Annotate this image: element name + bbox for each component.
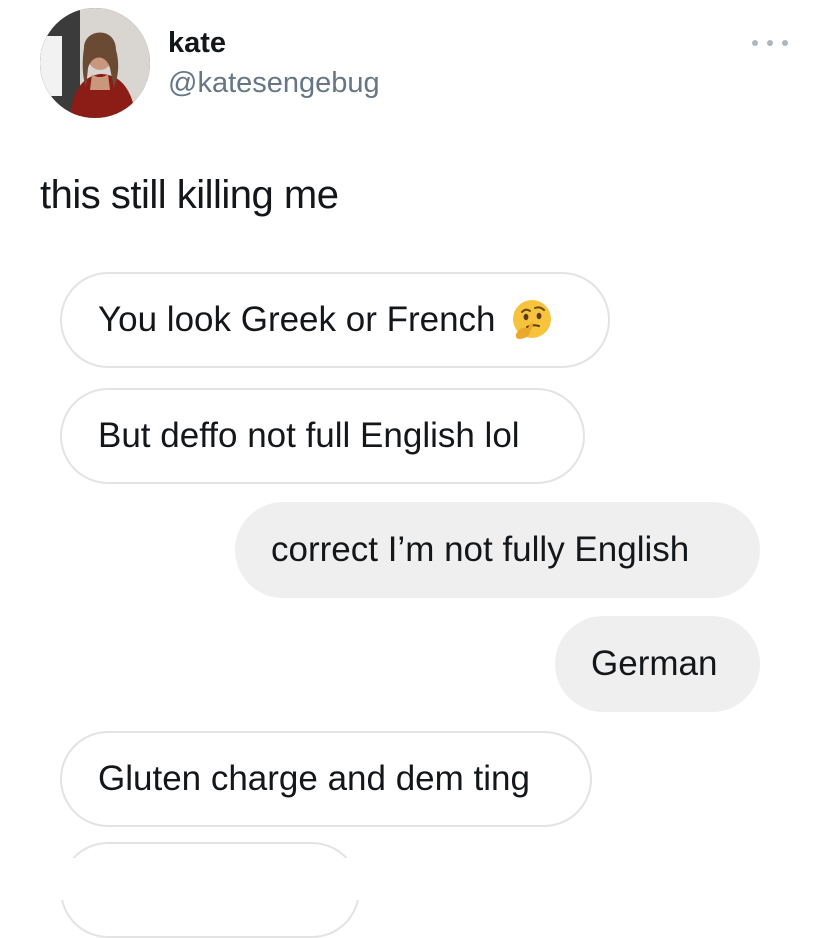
message-bubble-outgoing: German	[555, 616, 760, 712]
more-options-icon[interactable]	[752, 36, 788, 50]
display-name[interactable]: kate	[168, 26, 226, 60]
message-text: Gluten charge and dem ting	[98, 759, 530, 798]
screenshot-cutoff	[0, 858, 828, 900]
more-options-dot	[782, 40, 788, 46]
avatar[interactable]	[40, 8, 150, 118]
tweet-text: this still killing me	[40, 173, 339, 217]
message-bubble-incoming: But deffo not full English lol	[60, 388, 585, 484]
user-handle[interactable]: @katesengebug	[168, 66, 380, 100]
thinking-face-icon	[512, 300, 551, 339]
message-bubble-outgoing: correct I’m not fully English	[235, 502, 760, 598]
more-options-dot	[767, 40, 773, 46]
message-text: But deffo not full English lol	[98, 416, 520, 455]
more-options-dot	[752, 40, 758, 46]
profile-photo	[40, 8, 150, 118]
message-bubble-incoming: You look Greek or French	[60, 272, 610, 368]
message-text: German	[591, 644, 718, 683]
message-bubble-incoming: Gluten charge and dem ting	[60, 731, 592, 827]
message-text: correct I’m not fully English	[271, 530, 690, 569]
message-text: You look Greek or French	[98, 300, 496, 339]
